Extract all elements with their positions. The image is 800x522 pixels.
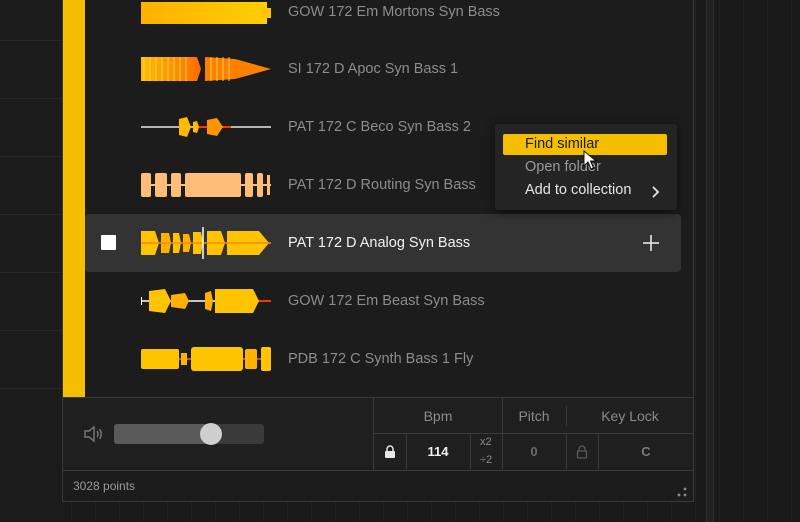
divider xyxy=(470,434,471,470)
accent-bar xyxy=(63,0,85,397)
chevron-right-icon xyxy=(652,186,660,198)
pitch-header: Pitch xyxy=(518,408,550,424)
points-count: 3028 points xyxy=(73,479,136,493)
plus-icon[interactable] xyxy=(641,233,661,253)
volume-slider-fill xyxy=(114,424,211,444)
cursor-icon xyxy=(583,150,598,170)
pitch-value[interactable]: 0 xyxy=(502,434,566,470)
checkbox[interactable] xyxy=(101,235,116,250)
waveform xyxy=(141,347,271,371)
key-value[interactable]: C xyxy=(598,434,694,470)
waveform xyxy=(141,2,271,24)
divider xyxy=(566,434,567,470)
waveform xyxy=(141,117,271,137)
list-item[interactable]: PDB 172 C Synth Bass 1 Fly xyxy=(85,330,693,388)
half-bpm-button[interactable]: ÷2 xyxy=(480,454,492,466)
sample-name: GOW 172 Em Mortons Syn Bass xyxy=(288,4,500,20)
grip-icon[interactable] xyxy=(676,486,688,498)
status-footer: 3028 points xyxy=(63,470,693,501)
tempo-pitch-controls: Bpm Pitch Key Lock 114 x2 ÷2 0 C xyxy=(373,398,694,470)
bpm-value[interactable]: 114 xyxy=(406,434,470,470)
keylock-header: Key Lock xyxy=(601,408,659,424)
sample-name: PAT 172 D Routing Syn Bass xyxy=(288,177,476,193)
sample-name: PDB 172 C Synth Bass 1 Fly xyxy=(288,351,474,367)
sample-name: PAT 172 D Analog Syn Bass xyxy=(288,235,471,251)
lock-icon[interactable] xyxy=(576,445,588,459)
volume-slider[interactable] xyxy=(114,423,264,445)
waveform xyxy=(141,289,271,313)
sample-name: GOW 172 Em Beast Syn Bass xyxy=(288,293,485,309)
sample-name: SI 172 D Apoc Syn Bass 1 xyxy=(288,61,459,77)
volume-slider-knob[interactable] xyxy=(200,423,222,445)
divider xyxy=(566,406,567,426)
menu-item-add-to-collection[interactable]: Add to collection xyxy=(503,180,667,201)
sample-name: PAT 172 C Beco Syn Bass 2 xyxy=(288,119,471,135)
waveform xyxy=(141,227,271,259)
list-item[interactable]: SI 172 D Apoc Syn Bass 1 xyxy=(85,40,693,98)
waveform xyxy=(141,173,271,197)
double-bpm-button[interactable]: x2 xyxy=(480,436,492,448)
lock-icon[interactable] xyxy=(384,445,396,459)
background-left-column xyxy=(0,0,62,522)
waveform xyxy=(141,57,271,81)
list-item[interactable]: GOW 172 Em Mortons Syn Bass xyxy=(85,0,693,41)
speaker-icon[interactable] xyxy=(83,424,105,444)
sample-browser-panel: GOW 172 Em Mortons Syn Bass SI 172 D Apo… xyxy=(62,0,694,502)
playback-controls: Bpm Pitch Key Lock 114 x2 ÷2 0 C xyxy=(63,397,694,470)
list-item[interactable]: GOW 172 Em Beast Syn Bass xyxy=(85,272,693,330)
list-item-selected[interactable]: PAT 172 D Analog Syn Bass xyxy=(85,214,681,272)
bpm-header: Bpm xyxy=(423,408,453,424)
outer-scroll-track[interactable] xyxy=(706,0,714,522)
